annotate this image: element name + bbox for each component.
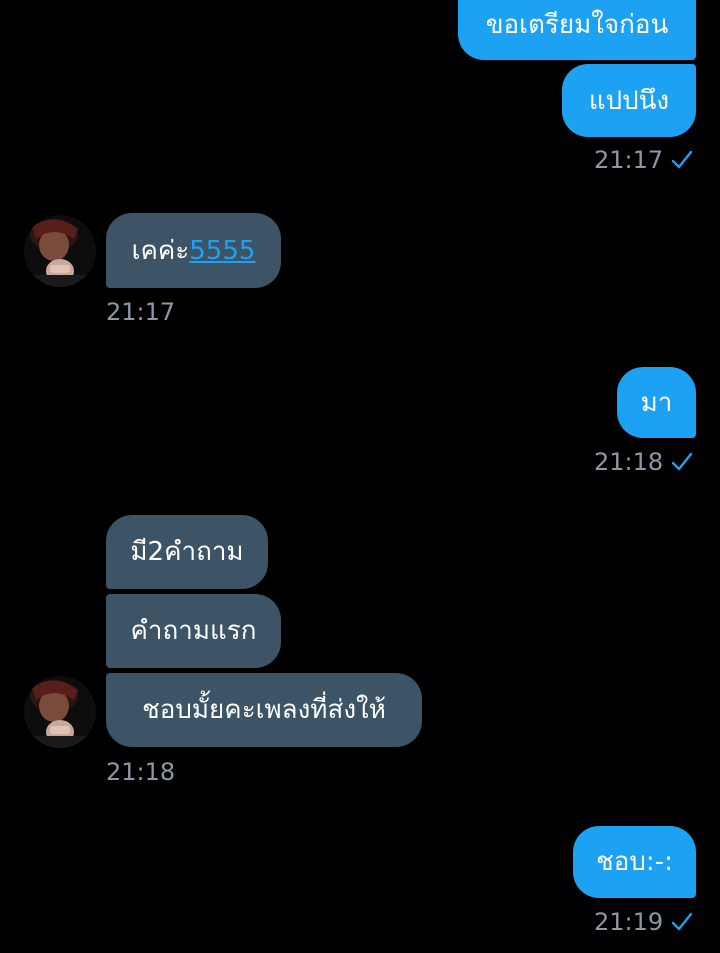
message-bubble-sent[interactable]: ชอบ:-: [573,826,696,898]
message-bubble-sent[interactable]: ขอเตรียมใจก่อน [458,0,696,60]
message-text: ชอบมั้ยคะเพลงที่ส่งให้ [142,695,386,725]
message-text: เคค่ะ5555 [131,235,256,266]
message-link[interactable]: 5555 [189,236,255,266]
checkmark-icon [671,150,693,169]
message-bubble-received[interactable]: คำถามแรก [106,594,281,668]
message-bubble-sent[interactable]: มา [617,367,696,438]
message-text: ขอเตรียมใจก่อน [485,10,669,40]
message-timestamp: 21:17 [594,146,664,174]
avatar[interactable] [24,676,96,748]
message-timestamp: 21:19 [594,908,664,936]
user-avatar-icon [24,215,96,287]
message-text: มี2คำถาม [130,537,244,567]
message-bubble-received[interactable]: มี2คำถาม [106,515,268,589]
checkmark-icon [671,912,693,931]
message-bubble-received[interactable]: ชอบมั้ยคะเพลงที่ส่งให้ [106,673,422,747]
user-avatar-icon [24,676,96,748]
message-timestamp: 21:18 [106,758,176,786]
message-bubble-sent[interactable]: แปปนึง [562,64,696,137]
message-text: มา [640,387,673,418]
message-timestamp: 21:17 [106,298,176,326]
message-text: แปปนึง [588,85,670,116]
message-text: คำถามแรก [130,616,257,646]
avatar[interactable] [24,215,96,287]
checkmark-icon [671,452,693,471]
message-timestamp: 21:18 [594,448,664,476]
message-text: ชอบ:-: [596,847,673,877]
message-bubble-received[interactable]: เคค่ะ5555 [106,213,281,288]
